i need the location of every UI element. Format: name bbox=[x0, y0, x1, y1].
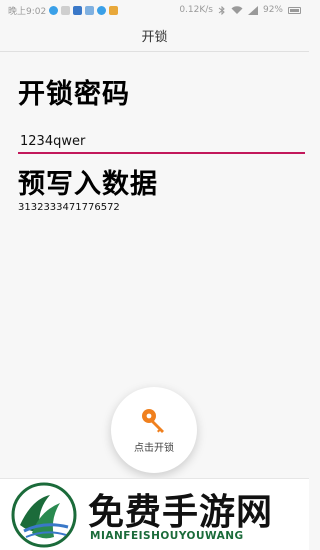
password-input[interactable] bbox=[18, 130, 305, 154]
watermark-title: 免费手游网 bbox=[88, 492, 274, 533]
battery-percent: 92% bbox=[262, 5, 283, 15]
watermark-subtitle: MIANFEISHOUYOUWANG bbox=[90, 530, 244, 542]
app-notification-icon bbox=[61, 5, 71, 15]
toolbar: 开锁 bbox=[0, 20, 309, 52]
battery-icon bbox=[288, 6, 301, 14]
status-time: 晚上9:02 bbox=[8, 6, 47, 17]
key-icon bbox=[142, 408, 164, 433]
network-speed: 0.12K/s bbox=[179, 5, 213, 15]
unlock-button-label: 点击开锁 bbox=[134, 442, 174, 454]
watermark-logo bbox=[11, 482, 77, 548]
unlock-button[interactable]: 点击开锁 bbox=[111, 387, 197, 473]
app-notification-icon bbox=[73, 5, 83, 15]
wifi-icon bbox=[231, 5, 243, 14]
prewrite-section-title: 预写入数据 bbox=[18, 169, 158, 200]
toolbar-title: 开锁 bbox=[141, 30, 168, 45]
app-notification-icon bbox=[49, 5, 59, 15]
password-section-title: 开锁密码 bbox=[18, 79, 130, 110]
watermark-banner: 免费手游网 MIANFEISHOUYOUWANG bbox=[0, 478, 309, 550]
app-notification-icon bbox=[97, 5, 107, 15]
prewrite-data-value: 3132333471776572 bbox=[18, 202, 120, 213]
status-bar: 晚上9:02 0.12K/s 92% bbox=[0, 0, 309, 20]
app-notification-icon bbox=[85, 5, 95, 15]
bluetooth-icon bbox=[218, 5, 225, 15]
signal-icon bbox=[247, 5, 258, 15]
app-notification-icon bbox=[109, 5, 119, 15]
